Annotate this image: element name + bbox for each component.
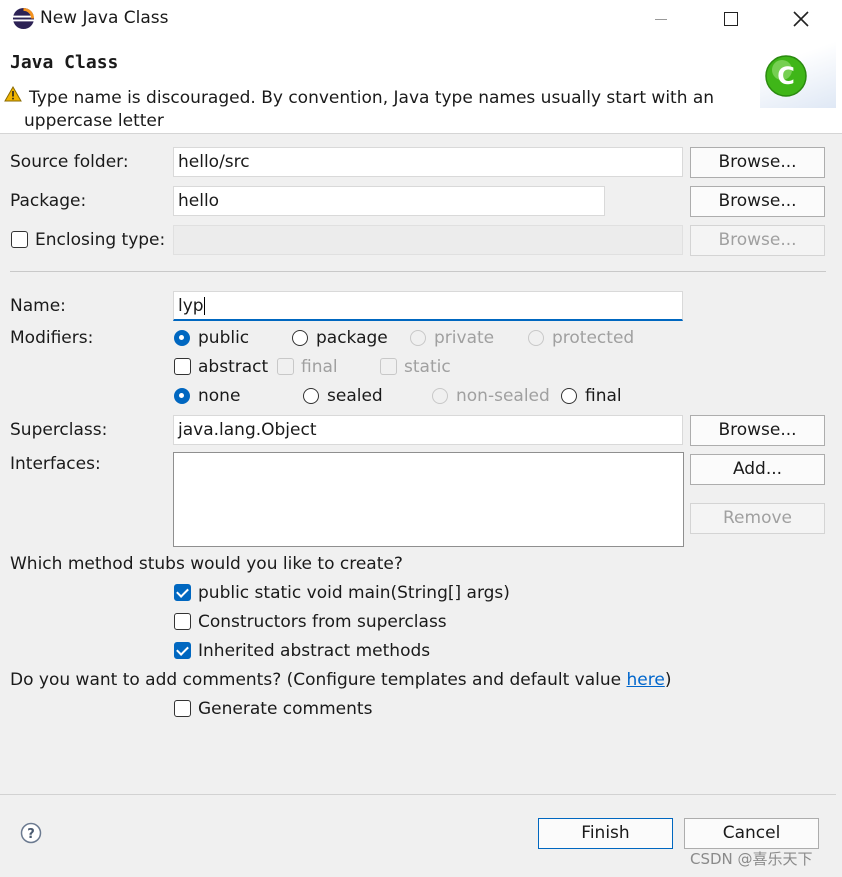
package-browse-button[interactable]: Browse...	[690, 186, 825, 217]
footer-separator	[0, 794, 836, 795]
public-radio[interactable]	[174, 330, 190, 346]
minimize-button[interactable]	[638, 0, 684, 38]
wizard-header: Java Class Type name is discouraged. By …	[0, 38, 842, 134]
warning-icon	[4, 86, 22, 102]
interfaces-label: Interfaces:	[10, 454, 101, 474]
non-sealed-radio-label: non-sealed	[456, 386, 550, 406]
superclass-label: Superclass:	[10, 420, 108, 440]
cancel-button[interactable]: Cancel	[684, 818, 819, 849]
main-method-label: public static void main(String[] args)	[198, 583, 510, 603]
close-button[interactable]	[778, 0, 824, 38]
interfaces-add-button[interactable]: Add...	[690, 454, 825, 485]
constructors-label: Constructors from superclass	[198, 612, 447, 632]
static-checkbox	[380, 358, 397, 375]
comments-question-suffix: )	[664, 670, 672, 690]
comments-question-text: Do you want to add comments? (Configure …	[10, 670, 627, 690]
main-method-checkbox[interactable]	[174, 584, 191, 601]
modifiers-label: Modifiers:	[10, 328, 94, 348]
maximize-icon	[724, 12, 738, 26]
window-title: New Java Class	[40, 8, 169, 28]
source-folder-browse-button[interactable]: Browse...	[690, 147, 825, 178]
close-icon	[793, 11, 809, 27]
wizard-title: Java Class	[10, 52, 119, 73]
sealed-radio-label: sealed	[327, 386, 383, 406]
enclosing-type-input	[173, 225, 683, 255]
interfaces-list[interactable]	[173, 452, 684, 547]
maximize-button[interactable]	[708, 0, 754, 38]
warning-message-line2: uppercase letter	[24, 111, 164, 131]
generate-comments-label: Generate comments	[198, 699, 373, 719]
package-input[interactable]: hello	[173, 186, 605, 216]
abstract-checkbox-label: abstract	[198, 357, 269, 377]
non-sealed-radio	[432, 388, 448, 404]
name-input[interactable]: lyp	[173, 291, 683, 321]
wizard-banner: C	[760, 40, 836, 108]
sealing-final-radio-label: final	[585, 386, 622, 406]
protected-radio-label: protected	[552, 328, 635, 348]
source-folder-label: Source folder:	[10, 152, 129, 172]
title-bar: New Java Class	[0, 0, 842, 38]
configure-templates-link[interactable]: here	[627, 670, 665, 690]
private-radio	[410, 330, 426, 346]
method-stubs-question: Which method stubs would you like to cre…	[10, 554, 403, 574]
static-checkbox-label: static	[404, 357, 451, 377]
svg-text:C: C	[777, 62, 795, 90]
superclass-browse-button[interactable]: Browse...	[690, 415, 825, 446]
text-cursor	[203, 297, 205, 315]
abstract-checkbox[interactable]	[174, 358, 191, 375]
none-radio[interactable]	[174, 388, 190, 404]
enclosing-type-browse-button: Browse...	[690, 225, 825, 256]
eclipse-logo-icon	[12, 7, 35, 30]
inherited-methods-label: Inherited abstract methods	[198, 641, 431, 661]
superclass-input[interactable]: java.lang.Object	[173, 415, 683, 445]
separator	[10, 271, 826, 272]
sealed-radio[interactable]	[303, 388, 319, 404]
enclosing-type-label: Enclosing type:	[35, 230, 166, 250]
final-checkbox	[277, 358, 294, 375]
package-radio[interactable]	[292, 330, 308, 346]
package-label: Package:	[10, 191, 87, 211]
svg-text:?: ?	[27, 827, 35, 842]
final-checkbox-label: final	[301, 357, 338, 377]
java-class-wizard-icon: C	[765, 55, 807, 97]
public-radio-label: public	[198, 328, 250, 348]
help-icon[interactable]: ?	[20, 822, 42, 844]
enclosing-type-checkbox[interactable]	[11, 231, 28, 248]
warning-message-line1: Type name is discouraged. By convention,…	[29, 88, 715, 108]
name-label: Name:	[10, 296, 66, 316]
comments-question: Do you want to add comments? (Configure …	[10, 669, 671, 691]
constructors-checkbox[interactable]	[174, 613, 191, 630]
generate-comments-checkbox[interactable]	[174, 700, 191, 717]
minimize-icon	[655, 18, 667, 20]
protected-radio	[528, 330, 544, 346]
none-radio-label: none	[198, 386, 241, 406]
private-radio-label: private	[434, 328, 495, 348]
package-radio-label: package	[316, 328, 388, 348]
inherited-methods-checkbox[interactable]	[174, 642, 191, 659]
sealing-final-radio[interactable]	[561, 388, 577, 404]
name-input-value: lyp	[178, 296, 204, 316]
finish-button[interactable]: Finish	[538, 818, 673, 849]
interfaces-remove-button: Remove	[690, 503, 825, 534]
watermark: CSDN @喜乐天下	[690, 850, 813, 868]
source-folder-input[interactable]: hello/src	[173, 147, 683, 177]
